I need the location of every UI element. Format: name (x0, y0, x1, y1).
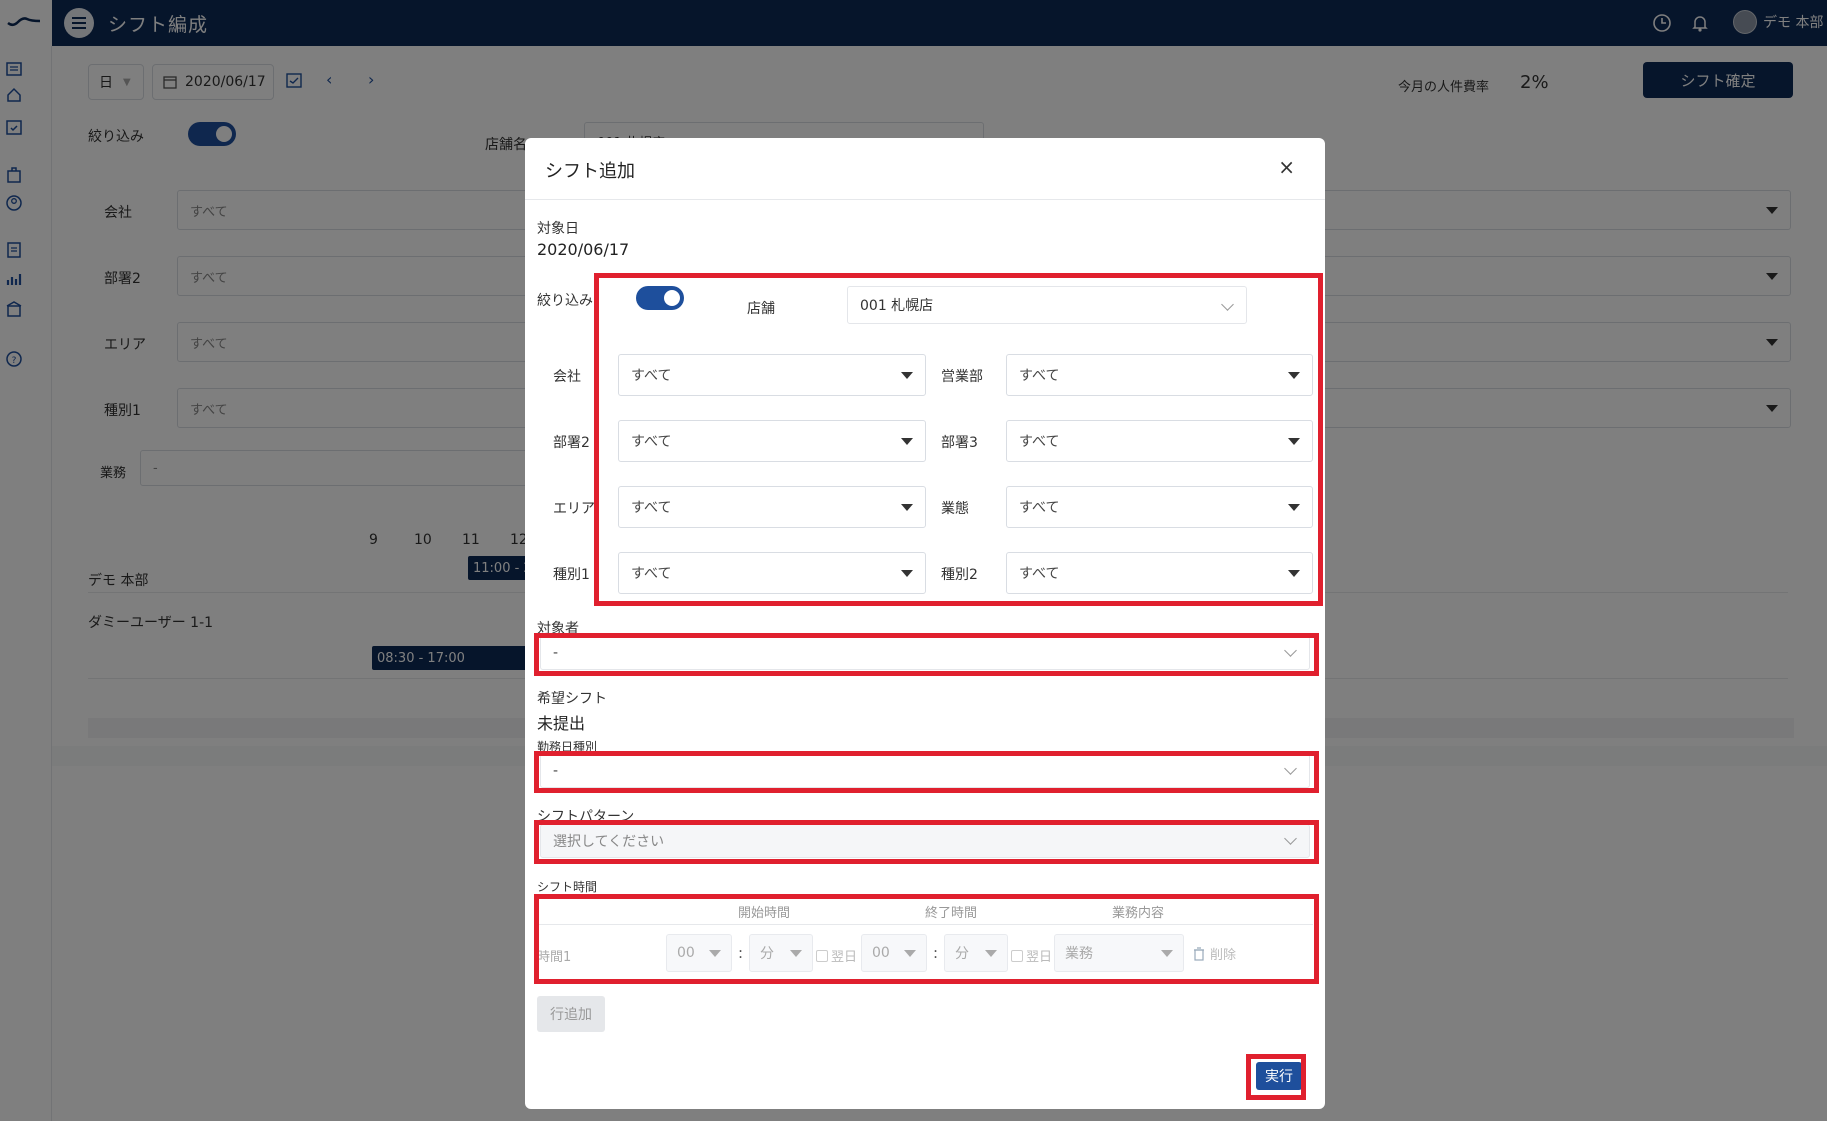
filter-company-value: すべて (631, 368, 672, 384)
col-start-time: 開始時間 (738, 906, 791, 921)
modal-store-value: 001 札幌店 (860, 298, 934, 314)
filter-dept3-value: すべて (1019, 434, 1060, 450)
chevron-down-icon (1221, 298, 1234, 311)
modal-store-label: 店舗 (747, 301, 775, 317)
end-next-day-checkbox[interactable]: 翌日 (1011, 946, 1052, 965)
pattern-label: シフトパターン (537, 809, 635, 825)
start-hour-value: 00 (677, 945, 695, 961)
end-next-day-label: 翌日 (1026, 950, 1053, 965)
filter-sales-select[interactable]: すべて (1006, 354, 1313, 396)
chevron-down-icon (1284, 644, 1297, 657)
modal-title: シフト追加 (545, 161, 635, 182)
filter-format-value: すべて (1019, 500, 1060, 516)
col-task: 業務内容 (1112, 906, 1165, 921)
time-separator: : (738, 944, 744, 962)
filter-dept3-select[interactable]: すべて (1006, 420, 1313, 462)
table-divider (537, 894, 1313, 895)
filter-type2-value: すべて (1019, 566, 1060, 582)
task-content-select[interactable]: 業務 (1054, 934, 1184, 972)
filter-format-label: 業態 (941, 501, 969, 517)
pattern-placeholder: 選択してください (553, 834, 665, 850)
add-row-button[interactable]: 行追加 (537, 996, 605, 1032)
modal-store-select[interactable]: 001 札幌店 (847, 286, 1247, 324)
shift-time-label: シフト時間 (537, 880, 598, 894)
filter-sales-value: すべて (1019, 368, 1060, 384)
filter-area-value: すべて (631, 500, 672, 516)
workday-type-label: 勤務日種別 (537, 740, 598, 754)
filter-area-select[interactable]: すべて (618, 486, 926, 528)
filter-type1-select[interactable]: すべて (618, 552, 926, 594)
execute-button[interactable]: 実行 (1256, 1062, 1302, 1090)
filter-type2-label: 種別2 (941, 567, 978, 583)
wish-shift-value: 未提出 (537, 714, 586, 733)
filter-dept2-label: 部署2 (553, 435, 590, 451)
end-minute-value: 分 (955, 946, 969, 962)
table-divider (537, 924, 1313, 925)
task-content-value: 業務 (1065, 946, 1093, 962)
delete-label: 削除 (1210, 948, 1237, 963)
col-end-time: 終了時間 (925, 906, 978, 921)
workday-type-select[interactable]: - (540, 754, 1310, 788)
chevron-down-icon (1284, 832, 1297, 845)
start-minute-value: 分 (760, 946, 774, 962)
filter-type1-value: すべて (631, 566, 672, 582)
filter-type2-select[interactable]: すべて (1006, 552, 1313, 594)
filter-dept2-select[interactable]: すべて (618, 420, 926, 462)
pattern-select[interactable]: 選択してください (540, 824, 1310, 858)
filter-area-label: エリア (553, 501, 595, 517)
modal-header: シフト追加 × (525, 138, 1325, 200)
end-minute-select[interactable]: 分 (944, 934, 1008, 972)
delete-row-button[interactable]: 削除 (1193, 944, 1236, 963)
target-person-label: 対象者 (537, 621, 579, 637)
end-hour-value: 00 (872, 945, 890, 961)
filter-type1-label: 種別1 (553, 567, 590, 583)
filter-format-select[interactable]: すべて (1006, 486, 1313, 528)
target-person-value: - (553, 645, 559, 661)
chevron-down-icon (1284, 762, 1297, 775)
filter-company-label: 会社 (553, 369, 581, 385)
target-date-value: 2020/06/17 (537, 240, 630, 259)
workday-type-value: - (553, 763, 559, 779)
add-shift-modal: シフト追加 × 対象日 2020/06/17 絞り込み 店舗 001 札幌店 会… (525, 138, 1325, 1109)
start-minute-select[interactable]: 分 (749, 934, 813, 972)
modal-filter-label: 絞り込み (537, 293, 593, 309)
start-next-day-checkbox[interactable]: 翌日 (816, 946, 857, 965)
modal-filter-toggle[interactable] (636, 286, 684, 310)
time-row-label: 時間1 (537, 950, 572, 965)
target-person-select[interactable]: - (540, 636, 1310, 670)
target-date-label: 対象日 (537, 221, 579, 237)
time-separator: : (933, 944, 939, 962)
wish-shift-label: 希望シフト (537, 691, 607, 707)
close-icon[interactable]: × (1278, 155, 1295, 179)
start-next-day-label: 翌日 (831, 950, 858, 965)
filter-dept3-label: 部署3 (941, 435, 978, 451)
filter-company-select[interactable]: すべて (618, 354, 926, 396)
end-hour-select[interactable]: 00 (861, 934, 927, 972)
trash-icon (1194, 946, 1204, 961)
filter-sales-label: 営業部 (941, 369, 983, 385)
filter-dept2-value: すべて (631, 434, 672, 450)
start-hour-select[interactable]: 00 (666, 934, 732, 972)
